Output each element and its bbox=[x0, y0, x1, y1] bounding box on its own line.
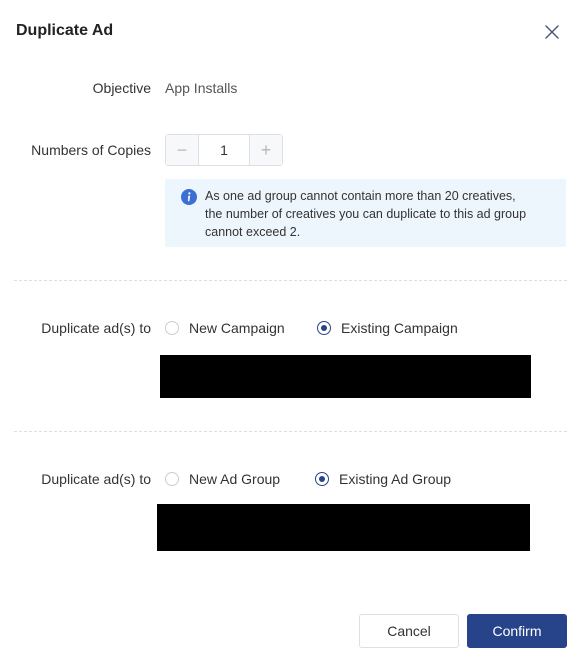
dialog-title: Duplicate Ad bbox=[16, 22, 114, 39]
radio-existing-campaign[interactable]: Existing Campaign bbox=[317, 320, 458, 336]
notice-line-3: cannot exceed 2. bbox=[205, 225, 301, 239]
radio-label: New Ad Group bbox=[189, 471, 281, 487]
radio-label: Existing Ad Group bbox=[339, 471, 452, 487]
objective-label: Objective bbox=[92, 80, 151, 96]
ad-group-selector-redacted[interactable] bbox=[157, 504, 530, 551]
notice-line-1: As one ad group cannot contain more than… bbox=[205, 189, 516, 203]
campaign-selector-redacted[interactable] bbox=[160, 355, 531, 398]
radio-circle[interactable] bbox=[165, 321, 179, 335]
radio-new-campaign[interactable]: New Campaign bbox=[165, 320, 285, 336]
decrement-button[interactable]: − bbox=[166, 135, 199, 165]
radio-label: Existing Campaign bbox=[341, 320, 458, 336]
copies-label: Numbers of Copies bbox=[31, 142, 151, 158]
objective-value: App Installs bbox=[165, 80, 238, 96]
radio-existing-ad-group[interactable]: Existing Ad Group bbox=[315, 471, 451, 487]
creative-limit-notice: As one ad group cannot contain more than… bbox=[165, 179, 566, 247]
notice-line-2: the number of creatives you can duplicat… bbox=[205, 207, 527, 221]
radio-label: New Campaign bbox=[189, 320, 285, 336]
section-divider bbox=[14, 280, 567, 281]
duplicate-ad-dialog: Duplicate Ad Objective App Installs Numb… bbox=[0, 0, 581, 664]
radio-circle-selected[interactable] bbox=[317, 321, 331, 335]
close-icon[interactable] bbox=[543, 23, 561, 41]
radio-circle[interactable] bbox=[165, 472, 179, 486]
cancel-button[interactable]: Cancel bbox=[359, 614, 459, 648]
confirm-button[interactable]: Confirm bbox=[467, 614, 567, 648]
radio-new-ad-group[interactable]: New Ad Group bbox=[165, 471, 280, 487]
adgroup-target-label: Duplicate ad(s) to bbox=[41, 471, 151, 487]
copies-input[interactable]: 1 bbox=[199, 135, 249, 165]
increment-button[interactable]: + bbox=[249, 135, 282, 165]
campaign-target-label: Duplicate ad(s) to bbox=[41, 320, 151, 336]
radio-circle-selected[interactable] bbox=[315, 472, 329, 486]
section-divider bbox=[14, 431, 567, 432]
copies-stepper: − 1 + bbox=[165, 134, 283, 166]
info-icon bbox=[181, 189, 197, 205]
notice-text: As one ad group cannot contain more than… bbox=[205, 187, 555, 241]
